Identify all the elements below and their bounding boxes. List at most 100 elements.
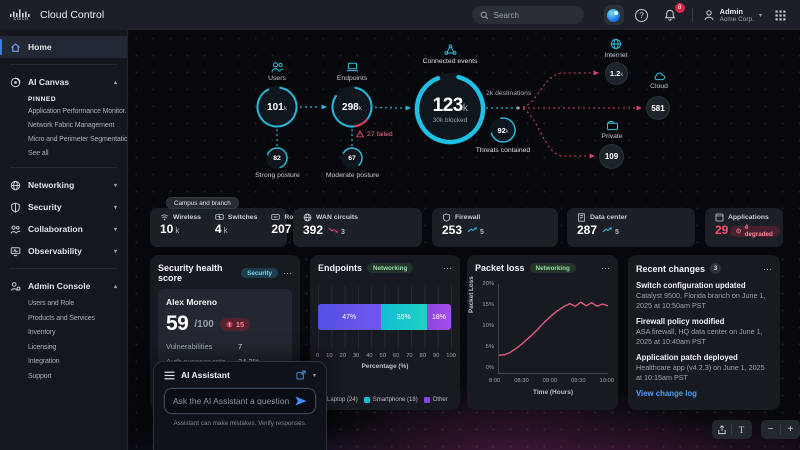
firewall-card[interactable]: Firewall 253 5 (432, 208, 558, 247)
strong-posture-node[interactable]: 82 (266, 147, 288, 169)
card-menu-button[interactable]: ⋯ (443, 264, 452, 273)
card-menu-button[interactable]: ⋯ (283, 269, 292, 278)
score-alert-badge: 15 (219, 317, 251, 331)
x-tick: 10 (326, 353, 333, 359)
legend-label: Other (432, 397, 448, 403)
packet-loss-plot (498, 284, 608, 374)
x-tick: 30 (352, 353, 360, 359)
view-change-log-link[interactable]: View change log (636, 389, 772, 398)
sidebar-sublink[interactable]: Integration (0, 355, 127, 370)
change-title: Firewall policy modified (636, 317, 725, 326)
changes-list: Switch configuration updated Catalyst 950… (636, 281, 772, 382)
ai-assistant-panel: AI Assistant ▾ Assistant can make mistak… (153, 361, 327, 450)
y-axis-ticks: 20% 15% 10% 5% 0% (477, 281, 494, 371)
sidebar-sublink[interactable]: Licensing (0, 341, 127, 356)
y-tick: 20% (482, 281, 494, 287)
sidebar-sublink[interactable]: Network Fabric Management (0, 119, 127, 133)
warning-icon (356, 130, 364, 138)
x-tick: 60 (392, 353, 400, 359)
y-tick: 0% (485, 365, 494, 371)
zoom-out-button[interactable]: − (761, 420, 780, 439)
users-node[interactable]: 101k (256, 86, 298, 128)
collapse-chevron-icon[interactable]: ▾ (313, 372, 316, 379)
x-axis-ticks: 8:00 08:30 09:00 09:30 10:00 (489, 378, 614, 384)
change-item[interactable]: Application patch deployed Healthcare app… (636, 353, 772, 382)
applications-card[interactable]: Applications 29 4 degraded (705, 208, 783, 247)
navbar-divider (691, 8, 693, 22)
sidebar-sublink[interactable]: Inventory (0, 326, 127, 341)
moderate-posture-node[interactable]: 67 (341, 147, 363, 169)
security-metric-row: Vulnerabilities 7 (166, 342, 243, 351)
private-label: Private (587, 120, 637, 141)
data-center-card[interactable]: Data center 287 5 (567, 208, 695, 247)
users-label: Users (252, 61, 302, 83)
open-in-new-icon[interactable] (296, 370, 306, 380)
sidebar-sublink[interactable]: Support (0, 370, 127, 385)
applications-icon (715, 213, 724, 222)
legend-item: Other (423, 397, 448, 403)
change-item[interactable]: Firewall policy modified ASA firewall, HQ… (636, 317, 772, 346)
x-tick: 08:30 (514, 378, 529, 384)
ai-assistant-nav-button[interactable] (603, 5, 624, 25)
chart-legend: Laptop (24) Smartphone (18) Other (318, 397, 458, 403)
moderate-posture-label: Moderate posture (325, 172, 380, 179)
x-tick: 10:00 (599, 378, 614, 384)
card-title: Endpoints (318, 263, 362, 273)
internet-node[interactable]: 1.2k (605, 62, 628, 85)
card-title: Recent changes (636, 263, 706, 274)
threats-contained-node[interactable]: 92k (490, 117, 516, 143)
cisco-logo-word: cisco (13, 16, 29, 22)
card-menu-button[interactable]: ⋯ (601, 264, 610, 273)
y-axis-label: Packet Loss (468, 276, 475, 313)
pinned-label: PINNED (28, 96, 57, 103)
bar-segment: 35% (380, 304, 428, 330)
sidebar-item-ai-canvas[interactable]: AI Canvas ▴ (0, 71, 127, 93)
sidebar-item-home[interactable]: Home (0, 36, 127, 58)
user-menu[interactable]: Admin Acme Corp. ▾ (703, 7, 762, 23)
text-tool-button[interactable]: T (732, 420, 751, 439)
sidebar-sublink[interactable]: See all (0, 147, 127, 161)
ai-canvas-icon (10, 77, 21, 87)
connected-events-node[interactable]: 123k 30k blocked (414, 73, 486, 145)
export-icon (717, 424, 726, 434)
sidebar-sublink[interactable]: Micro and Perimeter Segmentation (0, 133, 127, 147)
cloud-node[interactable]: 581 (646, 96, 670, 120)
campus-stat-card[interactable]: Wireless 10 k Switches 4k 207 (150, 208, 310, 247)
notifications-button[interactable]: 8 (660, 3, 685, 25)
sidebar-item-security[interactable]: Security ▾ (0, 196, 127, 218)
app-grid-button[interactable] (770, 5, 790, 25)
app-title: Cloud Control (40, 9, 105, 21)
private-node[interactable]: 109 (599, 144, 624, 169)
campus-and-branch-tab[interactable]: Campus and branch (166, 197, 239, 209)
search-input[interactable] (493, 10, 574, 20)
sidebar-item-admin-console[interactable]: Admin Console ▴ (0, 275, 127, 297)
sidebar-item-collaboration[interactable]: Collaboration ▾ (0, 218, 127, 240)
share-button[interactable] (712, 420, 731, 439)
sidebar-item-networking[interactable]: Networking ▾ (0, 174, 127, 196)
assistant-input-wrap (164, 388, 316, 414)
endpoints-label: Endpoints (327, 61, 377, 83)
sidebar-sublink[interactable]: Users and Role (0, 297, 127, 312)
sidebar-item-observability[interactable]: Observability ▾ (0, 240, 127, 262)
assistant-input[interactable] (173, 396, 295, 406)
card-title: Packet loss (475, 263, 525, 273)
sidebar-sublink[interactable]: Application Performance Monitor... (0, 105, 127, 119)
networking-icon (10, 180, 21, 190)
x-tick: 20 (339, 353, 346, 359)
sidebar-sublink[interactable]: Products and Services (0, 312, 127, 327)
change-desc: Healthcare app (v4.2.3) on June 1, 2025 … (636, 363, 765, 382)
connected-events-label: Connected events (400, 44, 500, 66)
internet-icon (610, 38, 622, 50)
help-button[interactable]: ? (632, 5, 652, 25)
card-menu-button[interactable]: ⋯ (763, 264, 772, 273)
change-item[interactable]: Switch configuration updated Catalyst 950… (636, 281, 772, 310)
send-icon[interactable] (295, 396, 307, 406)
chevron-down-icon: ▾ (113, 182, 117, 189)
zoom-in-button[interactable]: + (781, 420, 800, 439)
wan-circuits-card[interactable]: WAN circuits 392 3 (293, 208, 422, 247)
y-tick: 5% (485, 344, 494, 350)
chevron-up-icon: ▴ (113, 283, 117, 290)
search-bar[interactable] (471, 6, 584, 24)
endpoints-node[interactable]: 298k (331, 86, 373, 128)
hamburger-icon[interactable] (164, 371, 175, 380)
